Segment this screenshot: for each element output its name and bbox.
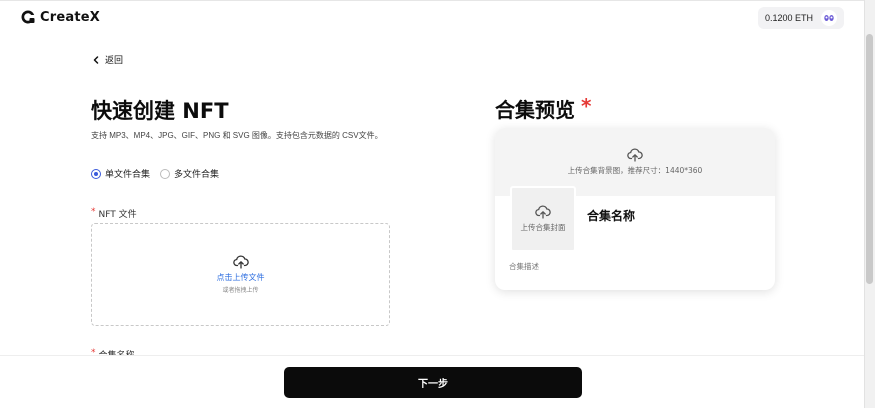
radio-label: 单文件合集 [105,170,151,180]
upload-hint: 或者拖拽上传 [222,287,259,294]
radio-label: 多文件合集 [174,170,220,180]
next-button[interactable]: 下一步 [284,367,582,398]
cloud-upload-icon [535,205,551,219]
required-mark: * [581,94,592,118]
banner-hint: 上传合集背景图，推荐尺寸：1440*360 [567,166,703,175]
back-button[interactable]: 返回 [93,53,123,66]
radio-unchecked-icon[interactable] [160,168,171,179]
radio-multi-file[interactable]: 多文件合集 [160,167,219,180]
collection-preview-card: 上传合集背景图，推荐尺寸：1440*360 上传合集封面 合集名称 合集描述 [495,128,775,290]
avatar[interactable] [821,10,838,26]
logo-text: CreateX [40,9,100,25]
wallet-balance: 0.1200 ETH [765,13,814,23]
cover-hint: 上传合集封面 [520,223,566,232]
page-title: 快速创建 NFT [91,99,229,123]
nft-file-label-text: NFT 文件 [98,210,137,220]
collection-type-radio-group: 单文件合集 多文件合集 [91,167,219,180]
radio-checked-icon[interactable] [91,168,101,179]
preview-title-text: 合集预览 [495,98,575,122]
preview-collection-name: 合集名称 [587,209,636,223]
radio-single-file[interactable]: 单文件合集 [91,167,150,180]
top-bar: CreateX 0.1200 ETH [0,0,875,34]
nft-file-label: * NFT 文件 [91,207,137,220]
logo[interactable]: CreateX [20,9,100,25]
required-mark: * [91,207,96,217]
upload-link[interactable]: 点击上传文件 [217,272,265,283]
scrollbar-thumb[interactable] [866,34,873,284]
back-label: 返回 [105,56,124,66]
wallet-badge[interactable]: 0.1200 ETH [758,7,844,29]
nft-file-dropzone[interactable]: 点击上传文件 或者拖拽上传 [91,223,390,326]
preview-collection-desc: 合集描述 [509,262,539,271]
cloud-upload-icon [232,255,249,269]
avatar-icon [824,15,834,21]
cloud-upload-icon [627,148,643,162]
chevron-left-icon [93,55,99,64]
createx-logo-icon [21,10,35,24]
preview-title: 合集预览 * [495,94,591,123]
cover-upload[interactable]: 上传合集封面 [510,186,576,252]
page-subtitle: 支持 MP3、MP4、JPG、GIF、PNG 和 SVG 图像。支持包含元数据的… [91,131,383,140]
